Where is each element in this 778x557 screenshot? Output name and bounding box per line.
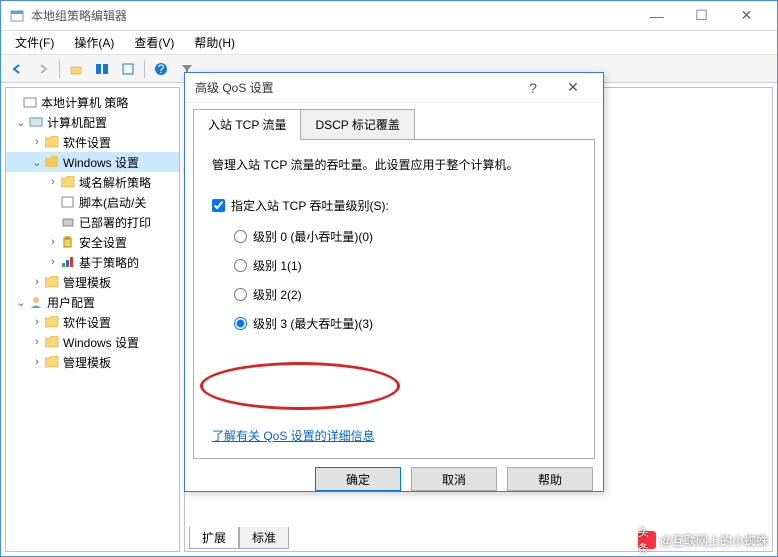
dialog-body: 管理入站 TCP 流量的吞吐量。此设置应用于整个计算机。 指定入站 TCP 吞吐… (193, 139, 595, 459)
tree-root[interactable]: 本地计算机 策略 (6, 92, 179, 112)
help-button[interactable]: 帮助 (507, 467, 593, 491)
tree-user-software[interactable]: ›软件设置 (6, 312, 179, 332)
close-button[interactable]: ✕ (724, 2, 769, 30)
dialog-title: 高级 QoS 设置 (195, 79, 513, 96)
menu-action[interactable]: 操作(A) (64, 31, 124, 54)
tree-user-admin[interactable]: ›管理模板 (6, 352, 179, 372)
tree-security[interactable]: ›安全设置 (6, 232, 179, 252)
up-button[interactable] (64, 58, 88, 80)
dialog-help-button[interactable]: ? (513, 80, 553, 96)
ok-button[interactable]: 确定 (315, 467, 401, 491)
cancel-button[interactable]: 取消 (411, 467, 497, 491)
throughput-checkbox-label: 指定入站 TCP 吞吐量级别(S): (231, 197, 389, 214)
tree-software-settings[interactable]: ›软件设置 (6, 132, 179, 152)
throughput-checkbox-row[interactable]: 指定入站 TCP 吞吐量级别(S): (212, 197, 576, 214)
watermark-logo: 头条 (638, 531, 656, 549)
dialog-close-button[interactable]: ✕ (553, 79, 593, 96)
menu-help[interactable]: 帮助(H) (184, 31, 245, 54)
radio-level-2[interactable]: 级别 2(2) (234, 286, 576, 303)
tree-panel[interactable]: 本地计算机 策略 ⌄计算机配置 ›软件设置 ⌄Windows 设置 ›域名解析策… (5, 87, 180, 552)
tree-printers[interactable]: 已部署的打印 (6, 212, 179, 232)
tree-user-windows[interactable]: ›Windows 设置 (6, 332, 179, 352)
watermark-text: @互联网上的小蜘蛛 (660, 532, 768, 549)
minimize-button[interactable]: — (634, 2, 679, 30)
menubar: 文件(F) 操作(A) 查看(V) 帮助(H) (1, 31, 777, 55)
tab-standard[interactable]: 标准 (239, 527, 289, 549)
details-tabstrip: 扩展 标准 (189, 527, 289, 549)
tree-computer-config[interactable]: ⌄计算机配置 (6, 112, 179, 132)
dialog-tabs: 入站 TCP 流量 DSCP 标记覆盖 (185, 103, 603, 140)
forward-button[interactable] (31, 58, 55, 80)
window-title: 本地组策略编辑器 (31, 7, 634, 24)
throughput-checkbox[interactable] (212, 199, 225, 212)
titlebar: 本地组策略编辑器 — ☐ ✕ (1, 1, 777, 31)
dialog-button-row: 确定 取消 帮助 (185, 467, 603, 501)
maximize-button[interactable]: ☐ (679, 2, 724, 30)
tab-inbound-tcp[interactable]: 入站 TCP 流量 (193, 109, 301, 140)
qos-info-link[interactable]: 了解有关 QoS 设置的详细信息 (212, 427, 375, 444)
dialog-description: 管理入站 TCP 流量的吞吐量。此设置应用于整个计算机。 (212, 156, 576, 173)
radio-level-1[interactable]: 级别 1(1) (234, 257, 576, 274)
watermark: 头条 @互联网上的小蜘蛛 (638, 531, 768, 549)
export-button[interactable] (116, 58, 140, 80)
app-icon (9, 8, 25, 24)
tree-scripts[interactable]: 脚本(启动/关 (6, 192, 179, 212)
tree-dns-policy[interactable]: ›域名解析策略 (6, 172, 179, 192)
menu-file[interactable]: 文件(F) (5, 31, 64, 54)
dialog-titlebar: 高级 QoS 设置 ? ✕ (185, 73, 603, 103)
tab-extended[interactable]: 扩展 (189, 527, 239, 549)
help-button[interactable]: ? (149, 58, 173, 80)
menu-view[interactable]: 查看(V) (124, 31, 184, 54)
show-hide-button[interactable] (90, 58, 114, 80)
tree-user-config[interactable]: ⌄用户配置 (6, 292, 179, 312)
annotation-oval (200, 362, 400, 410)
svg-text:?: ? (158, 62, 165, 76)
qos-dialog: 高级 QoS 设置 ? ✕ 入站 TCP 流量 DSCP 标记覆盖 管理入站 T… (184, 72, 604, 492)
radio-level-3[interactable]: 级别 3 (最大吞吐量)(3) (234, 315, 576, 332)
tree-windows-settings[interactable]: ⌄Windows 设置 (6, 152, 179, 172)
tree-policy-qos[interactable]: ›基于策略的 (6, 252, 179, 272)
radio-level-0[interactable]: 级别 0 (最小吞吐量)(0) (234, 228, 576, 245)
tab-dscp-override[interactable]: DSCP 标记覆盖 (300, 109, 414, 140)
back-button[interactable] (5, 58, 29, 80)
tree-admin-templates[interactable]: ›管理模板 (6, 272, 179, 292)
